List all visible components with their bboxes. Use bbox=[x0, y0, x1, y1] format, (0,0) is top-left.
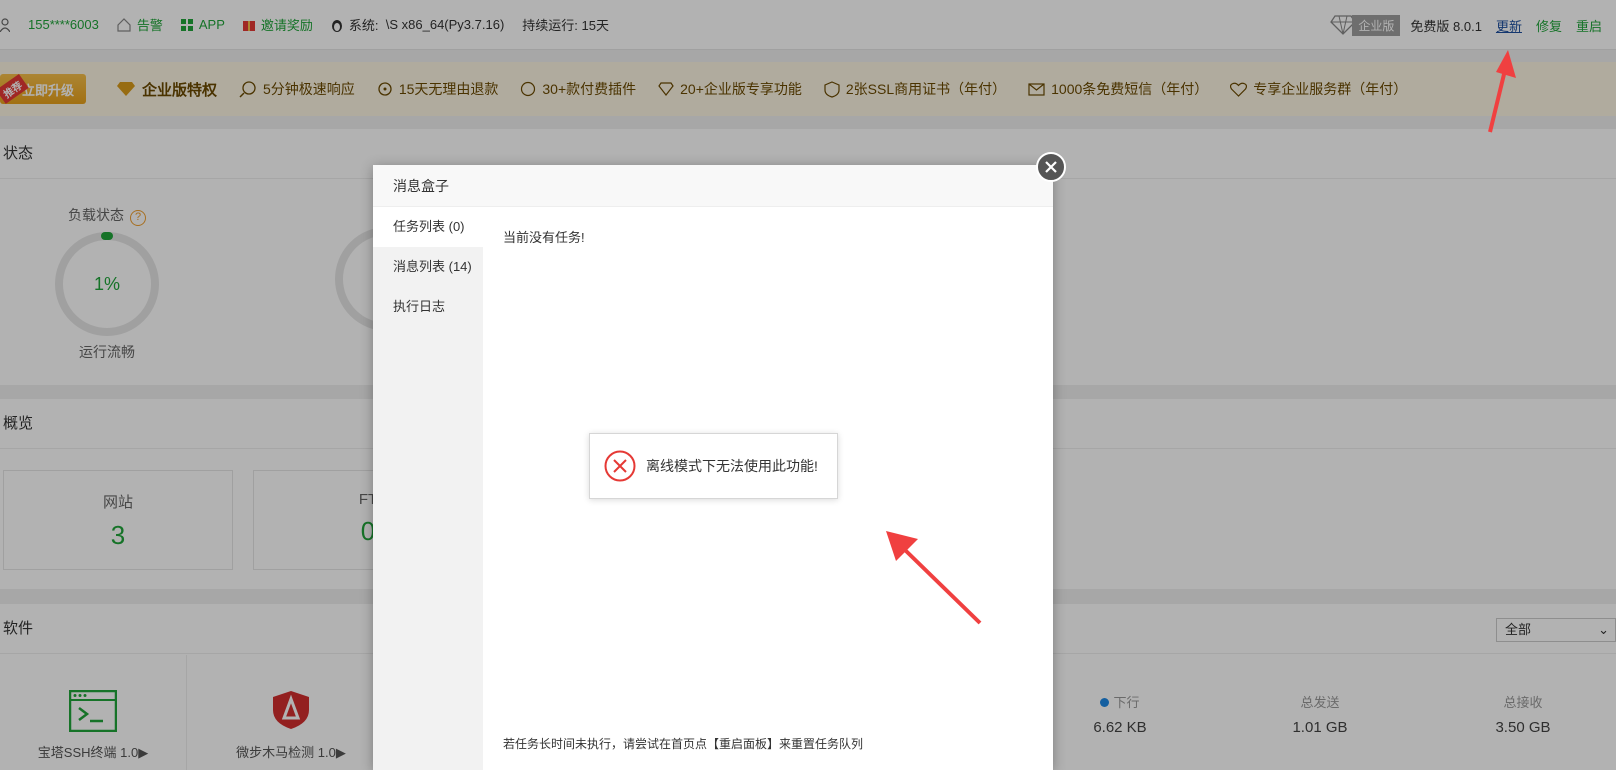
modal-sidebar: 任务列表 (0) 消息列表 (14) 执行日志 bbox=[373, 207, 483, 770]
tab-execution-log[interactable]: 执行日志 bbox=[373, 287, 483, 327]
toast-message: 离线模式下无法使用此功能! bbox=[646, 458, 818, 474]
annotation-arrow-diagonal bbox=[886, 531, 982, 625]
empty-task-message: 当前没有任务! bbox=[503, 230, 585, 245]
error-toast: 离线模式下无法使用此功能! bbox=[589, 433, 838, 499]
close-icon bbox=[1045, 161, 1057, 173]
tab-message-list[interactable]: 消息列表 (14) bbox=[373, 247, 483, 287]
annotation-arrow-up bbox=[1488, 50, 1516, 133]
task-hint: 若任务长时间未执行，请尝试在首页点【重启面板】来重置任务队列 bbox=[503, 737, 864, 751]
modal-close-button[interactable] bbox=[1036, 152, 1066, 182]
tab-task-list[interactable]: 任务列表 (0) bbox=[373, 207, 483, 247]
modal-title: 消息盒子 bbox=[373, 165, 1053, 207]
error-circle-icon bbox=[604, 450, 636, 482]
